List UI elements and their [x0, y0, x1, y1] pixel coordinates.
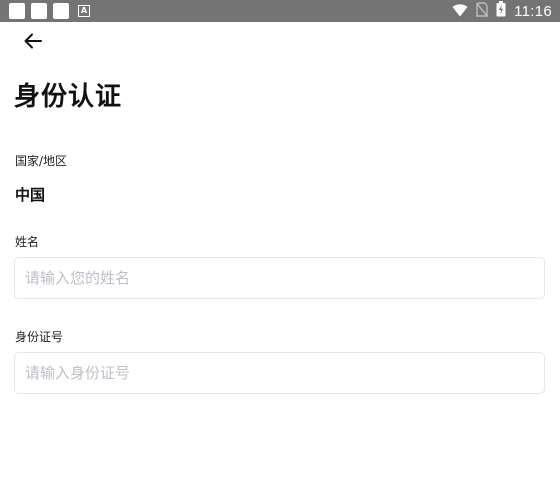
id-number-label: 身份证号	[15, 330, 64, 344]
a-icon: A	[78, 5, 90, 17]
page-title: 身份认证	[14, 82, 123, 112]
back-button[interactable]	[18, 29, 48, 57]
no-sim-icon	[476, 1, 489, 21]
status-icons: 11:16	[452, 0, 552, 22]
country-value[interactable]: 中国	[15, 184, 45, 205]
app-icon	[9, 3, 25, 19]
app-icon	[53, 3, 69, 19]
name-input[interactable]	[14, 257, 545, 299]
status-bar: A 11:16	[0, 0, 560, 22]
app-icon	[31, 3, 47, 19]
wifi-icon	[452, 2, 468, 21]
status-time: 11:16	[514, 2, 552, 20]
battery-charging-icon	[496, 1, 506, 21]
id-number-input[interactable]	[14, 352, 545, 394]
name-label: 姓名	[15, 235, 40, 249]
arrow-left-icon	[24, 33, 42, 53]
country-label: 国家/地区	[15, 154, 68, 168]
